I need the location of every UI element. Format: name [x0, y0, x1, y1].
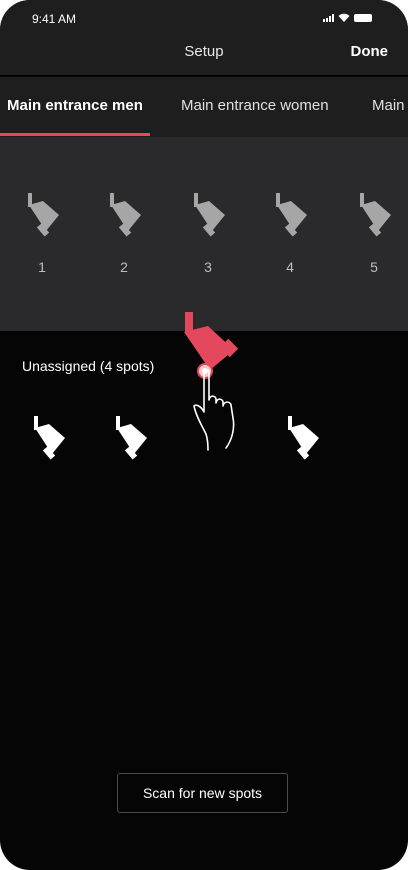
unassigned-heading: Unassigned (4 spots)	[22, 358, 155, 374]
active-tab-indicator	[0, 133, 150, 136]
hand-pointer-icon	[193, 368, 235, 451]
zone-tabs: Main entrance men Main entrance women Ma…	[0, 77, 408, 137]
spotlight-icon	[288, 416, 319, 460]
spot-slot-label: 5	[370, 259, 378, 275]
spotlight-icon	[110, 193, 141, 237]
spot-slot-1[interactable]: 1	[22, 193, 62, 275]
tab-main-entrance-women[interactable]: Main entrance women	[181, 97, 329, 114]
tab-main[interactable]: Main	[372, 97, 405, 114]
navigation-bar: Setup Done	[0, 36, 408, 76]
spotlight-icon	[360, 193, 391, 237]
spotlight-icon	[34, 416, 65, 460]
wifi-icon	[338, 13, 350, 22]
signal-icon	[323, 13, 334, 22]
scan-for-new-spots-button[interactable]: Scan for new spots	[117, 773, 288, 813]
tab-main-entrance-men[interactable]: Main entrance men	[7, 97, 143, 114]
unassigned-spot-3[interactable]	[282, 416, 322, 467]
spot-slot-label: 2	[120, 259, 128, 275]
spot-slot-5[interactable]: 5	[354, 193, 394, 275]
spot-slot-label: 4	[286, 259, 294, 275]
spot-slot-label: 3	[204, 259, 212, 275]
phone-screen: 9:41 AM Setup Done Main entrance men Mai…	[0, 0, 408, 870]
spotlight-icon	[194, 193, 225, 237]
unassigned-spot-2[interactable]	[110, 416, 150, 467]
spot-slot-2[interactable]: 2	[104, 193, 144, 275]
spot-slot-3[interactable]: 3	[188, 193, 228, 275]
spotlight-icon	[28, 193, 59, 237]
spotlight-icon	[276, 193, 307, 237]
spot-slot-4[interactable]: 4	[270, 193, 310, 275]
spotlight-icon	[116, 416, 147, 460]
status-icons	[323, 13, 372, 22]
assigned-spots-panel: 1 2 3 4 5	[0, 137, 408, 331]
battery-icon	[354, 13, 372, 22]
status-time: 9:41 AM	[32, 12, 77, 26]
status-bar: 9:41 AM	[0, 0, 408, 36]
unassigned-spot-1[interactable]	[28, 416, 68, 467]
page-title: Setup	[184, 43, 224, 60]
spot-slot-label: 1	[38, 259, 46, 275]
done-button[interactable]: Done	[351, 43, 389, 60]
